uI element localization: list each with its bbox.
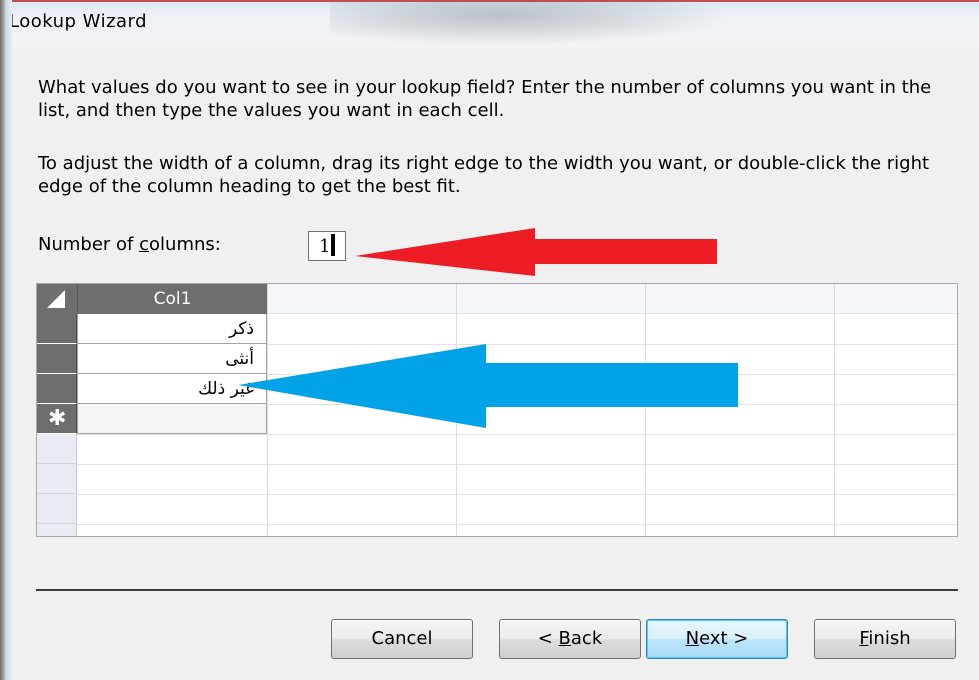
blue-arrow-icon	[238, 344, 738, 428]
red-arrow-icon	[355, 228, 717, 276]
annotation-overlay	[238, 228, 738, 428]
